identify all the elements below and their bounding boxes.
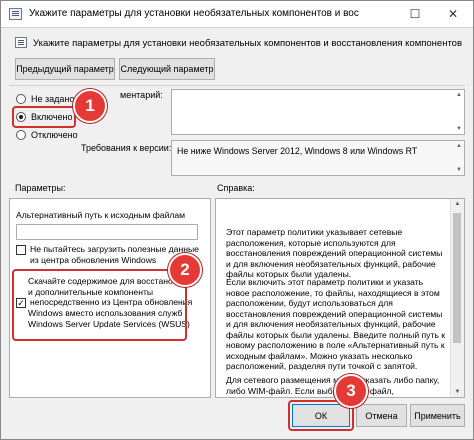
radio-not-configured[interactable]: Не задано — [16, 92, 74, 106]
radio-label: Не задано — [31, 94, 75, 104]
comment-label: ментарий: — [120, 90, 163, 100]
scrollbar-thumb[interactable] — [453, 213, 461, 343]
help-scrollbar[interactable]: ▲ ▼ — [450, 199, 464, 397]
cancel-button[interactable]: Отмена — [356, 404, 407, 427]
apply-button[interactable]: Применить — [410, 404, 465, 427]
help-section-label: Справка: — [217, 183, 255, 193]
callout-enabled-highlight — [12, 106, 76, 128]
callout-badge-3: 3 — [334, 374, 368, 408]
previous-setting-button[interactable]: Предыдущий параметр — [15, 58, 115, 80]
window-title: Укажите параметры для установки необязат… — [29, 8, 359, 19]
close-icon[interactable]: ✕ — [435, 1, 471, 27]
callout-badge-2: 2 — [168, 253, 202, 287]
next-setting-button[interactable]: Следующий параметр — [119, 58, 215, 80]
radio-label: Отключено — [31, 130, 78, 140]
requirements-label: Требования к версии: — [81, 143, 172, 153]
scroll-down-icon[interactable]: ▼ — [456, 126, 462, 132]
scroll-up-icon[interactable]: ▲ — [451, 201, 464, 207]
setting-icon — [15, 37, 27, 48]
callout-badge-1: 1 — [73, 89, 107, 123]
radio-button[interactable] — [16, 94, 26, 104]
help-panel: Этот параметр политики указывает сетевые… — [215, 198, 465, 398]
comment-textarea[interactable]: ▲ ▼ — [171, 89, 465, 135]
parameters-section-label: Параметры: — [15, 183, 66, 193]
title-bar[interactable]: Укажите параметры для установки необязат… — [1, 1, 473, 28]
radio-button[interactable] — [16, 130, 26, 140]
requirements-field: Не ниже Windows Server 2012, Windows 8 и… — [171, 140, 465, 176]
alt-path-input[interactable] — [16, 224, 198, 240]
scroll-up-icon[interactable]: ▲ — [456, 143, 462, 149]
maximize-icon[interactable]: ☐ — [397, 1, 433, 27]
setting-header: Укажите параметры для установки необязат… — [33, 38, 463, 49]
scroll-down-icon[interactable]: ▼ — [451, 389, 464, 395]
policy-settings-window: Укажите параметры для установки необязат… — [0, 0, 474, 440]
scroll-up-icon[interactable]: ▲ — [456, 92, 462, 98]
checkbox[interactable] — [16, 245, 26, 255]
radio-disabled[interactable]: Отключено — [16, 128, 78, 142]
divider — [9, 85, 465, 86]
alt-path-label: Альтернативный путь к исходным файлам — [16, 210, 186, 220]
callout-checkbox-highlight — [12, 269, 187, 341]
policy-icon — [9, 8, 22, 20]
help-paragraph: Если включить этот параметр политики и у… — [226, 277, 446, 371]
scroll-down-icon[interactable]: ▼ — [456, 167, 462, 173]
help-paragraph: Этот параметр политики указывает сетевые… — [226, 227, 443, 279]
